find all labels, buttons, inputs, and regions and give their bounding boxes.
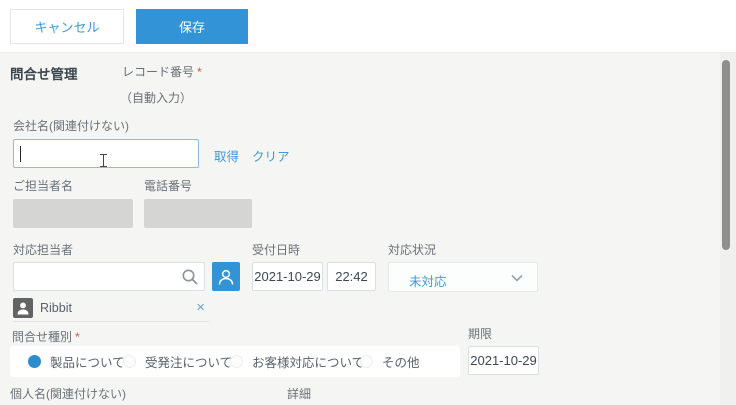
toolbar: キャンセル 保存: [0, 0, 736, 53]
radio-selected-icon: [28, 355, 41, 368]
record-number-auto-note: （自動入力）: [120, 91, 193, 105]
inquiry-form-screen: キャンセル 保存 問合せ管理 レコード番号 * （自動入力） 会社名(関連付けない…: [0, 0, 736, 405]
radio-option-customer-support[interactable]: お客様対応について: [230, 346, 364, 377]
radio-unselected-icon: [360, 355, 373, 368]
select-user-button[interactable]: [212, 262, 240, 291]
company-clear-link[interactable]: クリア: [252, 146, 290, 165]
received-time-input[interactable]: 22:42: [327, 262, 376, 291]
cancel-button[interactable]: キャンセル: [10, 9, 124, 44]
selected-user-name: Ribbit: [40, 301, 72, 315]
radio-option-label: その他: [382, 356, 420, 370]
record-number-label-text: レコード番号: [122, 65, 195, 79]
required-asterisk: *: [75, 330, 80, 344]
user-avatar-icon: [13, 298, 33, 318]
radio-unselected-icon: [123, 355, 136, 368]
personal-name-label: 個人名(関連付けない): [10, 387, 126, 401]
assignee-label: 対応担当者: [13, 243, 74, 257]
status-dropdown[interactable]: 未対応: [388, 262, 538, 292]
chevron-down-icon: [511, 274, 523, 282]
mouse-cursor-ibeam: [99, 153, 108, 168]
radio-option-orders[interactable]: 受発注について: [123, 346, 232, 377]
phone-field-disabled: [144, 199, 252, 228]
record-number-label: レコード番号 *: [122, 63, 202, 80]
phone-label: 電話番号: [144, 179, 193, 193]
radio-option-label: 製品について: [50, 356, 125, 370]
received-date-input[interactable]: 2021-10-29: [252, 262, 323, 291]
contact-name-field-disabled: [13, 199, 133, 228]
radio-option-products[interactable]: 製品について: [28, 346, 125, 377]
assignee-search-input[interactable]: [13, 262, 205, 291]
text-caret: [20, 146, 21, 162]
inquiry-type-label-text: 問合せ種別: [12, 330, 73, 344]
page-title: 問合せ管理: [10, 67, 78, 82]
scrollbar-thumb[interactable]: [722, 60, 730, 250]
status-dropdown-value: 未対応: [409, 275, 447, 289]
received-label: 受付日時: [252, 243, 301, 257]
scrollbar-track[interactable]: [720, 53, 736, 405]
status-label: 対応状況: [388, 243, 437, 257]
radio-option-other[interactable]: その他: [360, 346, 420, 377]
remove-user-icon[interactable]: ×: [196, 299, 205, 316]
search-icon[interactable]: [181, 268, 199, 286]
assignee-selected-user-row: Ribbit ×: [13, 298, 209, 322]
company-label: 会社名(関連付けない): [13, 119, 129, 133]
company-get-link[interactable]: 取得: [214, 146, 239, 165]
required-asterisk: *: [197, 65, 202, 79]
radio-option-label: お客様対応について: [252, 356, 365, 370]
person-icon: [216, 267, 236, 287]
deadline-date-input[interactable]: 2021-10-29: [468, 346, 539, 375]
radio-unselected-icon: [230, 355, 243, 368]
save-button[interactable]: 保存: [136, 9, 248, 44]
inquiry-type-radio-group: 製品について 受発注について お客様対応について その他: [10, 346, 460, 377]
contact-name-label: ご担当者名: [13, 179, 74, 193]
inquiry-type-label: 問合せ種別 *: [12, 328, 80, 345]
radio-option-label: 受発注について: [145, 356, 233, 370]
deadline-label: 期限: [468, 327, 493, 341]
detail-label: 詳細: [287, 387, 312, 401]
